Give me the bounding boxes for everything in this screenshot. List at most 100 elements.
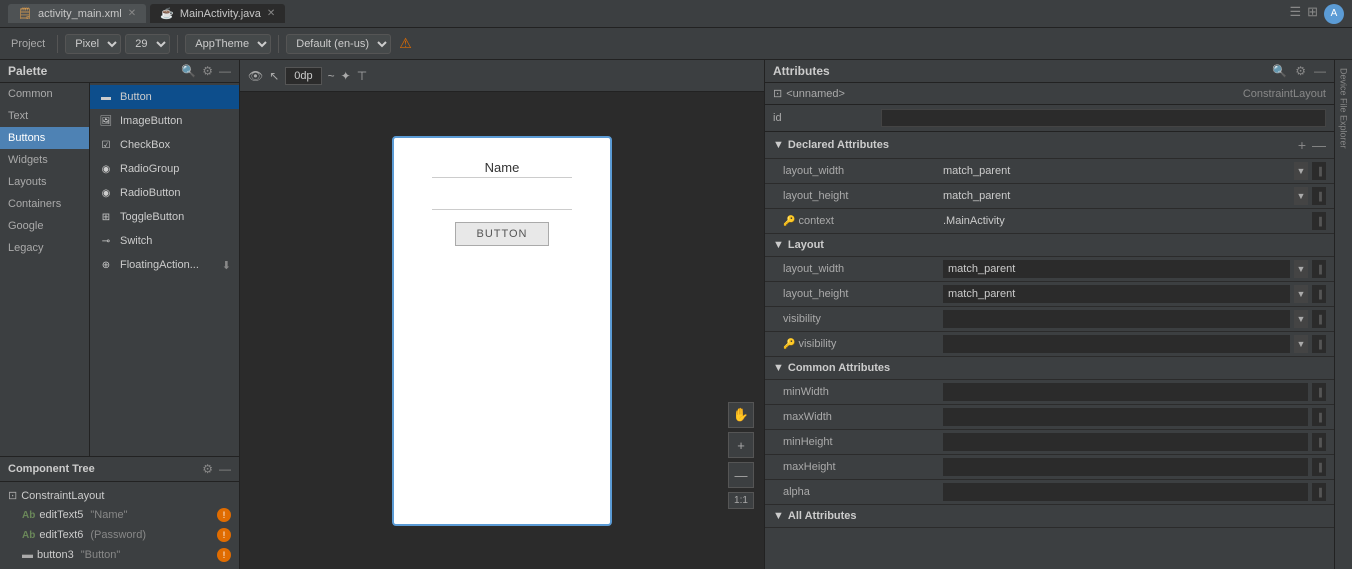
tree-item-button3[interactable]: ▬ button3 "Button" !	[14, 545, 239, 565]
palette-item-imagebutton[interactable]: 🖼 ImageButton	[90, 109, 239, 133]
attr-visibility1-input[interactable]	[943, 310, 1290, 328]
attr-minheight-input[interactable]	[943, 433, 1308, 451]
attr-layout-width-lay-input[interactable]	[943, 260, 1290, 278]
palette-cat-google[interactable]: Google	[0, 215, 89, 237]
device-name-input[interactable]	[432, 158, 572, 178]
attr-visibility1-extra[interactable]: ▐	[1312, 310, 1326, 328]
palette-cat-layouts[interactable]: Layouts	[0, 171, 89, 193]
locale-selector[interactable]: Default (en-us)	[286, 34, 391, 54]
attr-visibility2-extra[interactable]: ▐	[1312, 335, 1326, 353]
layout-list-icon[interactable]: ☰	[1289, 4, 1301, 24]
palette-cat-containers[interactable]: Containers	[0, 193, 89, 215]
palette-cat-common[interactable]: Common	[0, 83, 89, 105]
palette-item-checkbox[interactable]: ☑ CheckBox	[90, 133, 239, 157]
canvas-hand-tool[interactable]: ✋	[728, 402, 754, 428]
attributes-close-icon[interactable]: —	[1314, 64, 1326, 78]
api-selector[interactable]: 29	[125, 34, 170, 54]
edittext6-detail: (Password)	[90, 529, 146, 541]
attr-minheight-extra[interactable]: ▐	[1312, 433, 1326, 451]
layout-grid-icon[interactable]: ⊞	[1307, 4, 1318, 24]
section-common-attrs[interactable]: ▼ Common Attributes	[765, 357, 1334, 380]
attr-visibility1-dropdown[interactable]: ▼	[1294, 310, 1308, 328]
attributes-search-icon[interactable]: 🔍	[1272, 64, 1287, 78]
palette-cat-buttons[interactable]: Buttons	[0, 127, 89, 149]
attr-minwidth-input[interactable]	[943, 383, 1308, 401]
theme-selector[interactable]: AppTheme	[185, 34, 271, 54]
attr-context-extra[interactable]: ▐	[1312, 212, 1326, 230]
attr-layout-width-lay-extra[interactable]: ▐	[1312, 260, 1326, 278]
device-frame: BUTTON	[392, 136, 612, 526]
device-password-input[interactable]	[432, 190, 572, 210]
device-button[interactable]: BUTTON	[455, 222, 548, 246]
attr-maxheight-input[interactable]	[943, 458, 1308, 476]
attr-maxheight-extra[interactable]: ▐	[1312, 458, 1326, 476]
palette-search-icon[interactable]: 🔍	[181, 64, 196, 78]
canvas-size-value[interactable]: 0dp	[285, 67, 321, 85]
attributes-panel-header: Attributes 🔍 ⚙ —	[765, 60, 1334, 83]
device-file-explorer-label[interactable]: Device File Explorer	[1338, 64, 1350, 153]
attr-layout-height-lay-value: ▼ ▐	[943, 285, 1326, 303]
tree-item-edittext5[interactable]: Ab editText5 "Name" !	[14, 505, 239, 525]
attr-minwidth-extra[interactable]: ▐	[1312, 383, 1326, 401]
canvas-cursor-icon[interactable]: ↖	[269, 69, 279, 83]
palette-content: Common Text Buttons Widgets Layouts Cont…	[0, 83, 239, 456]
palette-item-togglebutton[interactable]: ⊞ ToggleButton	[90, 205, 239, 229]
section-layout[interactable]: ▼ Layout	[765, 234, 1334, 257]
palette-cat-text[interactable]: Text	[0, 105, 89, 127]
attr-layout-height-lay-input[interactable]	[943, 285, 1290, 303]
attr-layout-width-decl-extra[interactable]: ▐	[1312, 162, 1326, 180]
attr-maxwidth-input[interactable]	[943, 408, 1308, 426]
tab-xml[interactable]: 🗒 activity_main.xml ✕	[8, 4, 146, 23]
palette-item-floatingaction-label: FloatingAction...	[120, 259, 199, 271]
toolbar-divider-2	[177, 35, 178, 53]
palette-cat-widgets[interactable]: Widgets	[0, 149, 89, 171]
attr-maxwidth-extra[interactable]: ▐	[1312, 408, 1326, 426]
project-button[interactable]: Project	[6, 36, 50, 52]
attr-layout-height-decl-extra[interactable]: ▐	[1312, 187, 1326, 205]
device-selector[interactable]: Pixel	[65, 34, 121, 54]
palette-item-floatingaction[interactable]: ⊕ FloatingAction... ⬇	[90, 253, 239, 277]
attr-row-maxheight: maxHeight ▐	[765, 455, 1334, 480]
canvas-zoom-in[interactable]: +	[728, 432, 754, 458]
attr-layout-width-lay-dropdown[interactable]: ▼	[1294, 260, 1308, 278]
attr-layout-height-lay-extra[interactable]: ▐	[1312, 285, 1326, 303]
attr-layout-height-decl-dropdown[interactable]: ▼	[1294, 187, 1308, 205]
component-tree-settings-icon[interactable]: ⚙	[202, 462, 213, 476]
attr-alpha-extra[interactable]: ▐	[1312, 483, 1326, 501]
tree-item-edittext6[interactable]: Ab editText6 (Password) !	[14, 525, 239, 545]
canvas-magic-icon[interactable]: ✦	[341, 69, 351, 83]
palette-item-switch[interactable]: ⊸ Switch	[90, 229, 239, 253]
palette-item-radiogroup[interactable]: ◉ RadioGroup	[90, 157, 239, 181]
attr-layout-height-lay-dropdown[interactable]: ▼	[1294, 285, 1308, 303]
attr-layout-height-decl-value: match_parent ▼ ▐	[943, 187, 1326, 205]
palette-item-radiobutton[interactable]: ◉ RadioButton	[90, 181, 239, 205]
section-all-attrs[interactable]: ▼ All Attributes	[765, 505, 1334, 528]
canvas-eye-icon[interactable]: 👁	[248, 69, 263, 83]
palette-settings-icon[interactable]: ⚙	[202, 64, 213, 78]
tab-java-close[interactable]: ✕	[267, 8, 275, 19]
add-declared-icon[interactable]: +	[1298, 137, 1306, 153]
section-declared[interactable]: ▼ Declared Attributes + —	[765, 132, 1334, 159]
component-tree-close-icon[interactable]: —	[219, 462, 231, 476]
tab-xml-close[interactable]: ✕	[128, 8, 136, 19]
remove-declared-icon[interactable]: —	[1312, 137, 1326, 153]
attr-visibility2-input[interactable]	[943, 335, 1290, 353]
canvas-align-icon[interactable]: ⊤	[357, 69, 367, 83]
attributes-settings-icon[interactable]: ⚙	[1295, 64, 1306, 78]
palette-cat-legacy[interactable]: Legacy	[0, 237, 89, 259]
attr-id-input[interactable]	[881, 109, 1326, 127]
attr-context-value: .MainActivity ▐	[943, 212, 1326, 230]
attr-alpha-input[interactable]	[943, 483, 1308, 501]
canvas-wave-icon[interactable]: ~	[328, 69, 335, 83]
canvas-zoom-out[interactable]: —	[728, 462, 754, 488]
palette-close-icon[interactable]: —	[219, 64, 231, 78]
tree-item-constraint-layout[interactable]: ⊡ ConstraintLayout	[0, 486, 239, 505]
floatingaction-icon: ⊕	[98, 257, 114, 273]
tab-java[interactable]: ☕ MainActivity.java ✕	[150, 4, 285, 23]
attr-layout-width-decl-dropdown[interactable]: ▼	[1294, 162, 1308, 180]
attr-visibility2-dropdown[interactable]: ▼	[1294, 335, 1308, 353]
avatar-icon[interactable]: A	[1324, 4, 1344, 24]
palette-item-button[interactable]: ▬ Button	[90, 85, 239, 109]
edittext5-icon: Ab	[22, 510, 35, 521]
canvas-area: 👁 ↖ 0dp ~ ✦ ⊤ BUTTON ✋ + — 1:1	[240, 60, 764, 569]
